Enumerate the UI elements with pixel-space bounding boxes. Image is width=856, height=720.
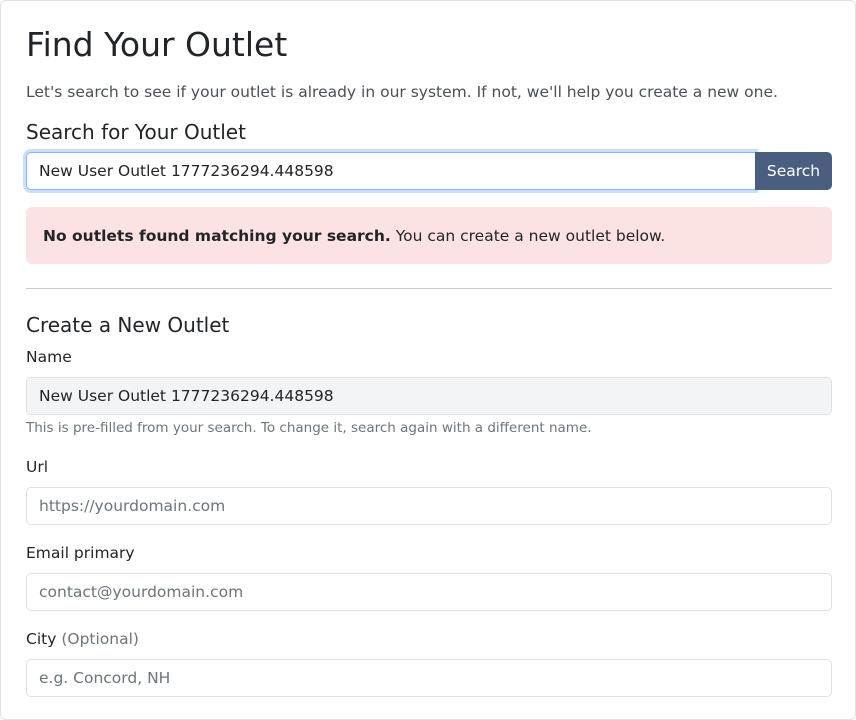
search-button[interactable]: Search	[755, 152, 832, 190]
url-label: Url	[26, 458, 49, 476]
section-divider	[26, 288, 832, 289]
outlet-card: Find Your Outlet Let's search to see if …	[0, 0, 856, 720]
url-field[interactable]	[26, 487, 832, 525]
name-label: Name	[26, 348, 72, 366]
email-label: Email primary	[26, 544, 135, 562]
page-title: Find Your Outlet	[26, 25, 288, 64]
alert-text: You can create a new outlet below.	[390, 226, 666, 245]
name-help-text: This is pre-filled from your search. To …	[26, 420, 592, 436]
alert-bold-text: No outlets found matching your search.	[43, 226, 391, 245]
city-label-text: City	[26, 630, 57, 648]
no-results-alert: No outlets found matching your search. Y…	[26, 207, 832, 264]
intro-text: Let's search to see if your outlet is al…	[26, 83, 778, 101]
search-input[interactable]	[26, 152, 755, 190]
city-label: City (Optional)	[26, 629, 139, 649]
city-field[interactable]	[26, 659, 832, 697]
search-heading: Search for Your Outlet	[26, 120, 246, 144]
create-heading: Create a New Outlet	[26, 313, 230, 337]
optional-tag: (Optional)	[61, 630, 139, 648]
search-group: Search	[26, 152, 832, 190]
name-field[interactable]	[26, 377, 832, 415]
email-field[interactable]	[26, 573, 832, 611]
